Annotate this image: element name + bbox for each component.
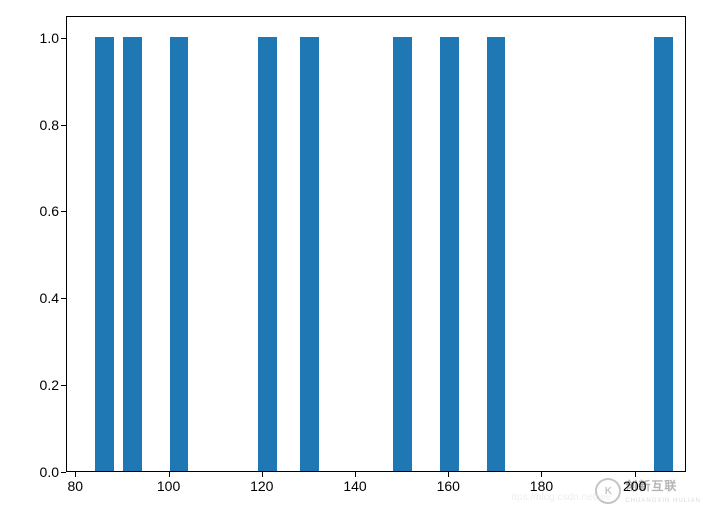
bar [123,37,142,471]
bar [487,37,506,471]
ytick-mark [61,38,66,39]
ytick-mark [61,385,66,386]
ytick-label: 0.8 [40,117,59,133]
ytick-label: 0.2 [40,377,59,393]
ytick-label: 0.0 [40,464,59,480]
xtick-label: 100 [157,478,180,494]
bar [440,37,459,471]
watermark-sub: CHUANGXIN HULIAN [625,498,701,504]
ytick-label: 1.0 [40,30,59,46]
xtick-mark [75,472,76,477]
xtick-label: 140 [343,478,366,494]
ytick-mark [61,125,66,126]
ytick-mark [61,298,66,299]
bar [95,37,114,471]
ytick-label: 0.6 [40,203,59,219]
watermark-url-fragment: ttps://blog.csdn.net/we [511,492,611,503]
bar [300,37,319,471]
xtick-mark [635,472,636,477]
xtick-label: 80 [68,478,84,494]
bar [258,37,277,471]
xtick-mark [262,472,263,477]
bar [170,37,189,471]
bar [654,37,673,471]
xtick-mark [448,472,449,477]
xtick-mark [169,472,170,477]
xtick-label: 120 [250,478,273,494]
xtick-label: 180 [530,478,553,494]
watermark: ttps://blog.csdn.net/we K 创新互联 CHUANGXIN… [595,477,701,505]
ytick-label: 0.4 [40,290,59,306]
plot-area [66,16,686,472]
ytick-mark [61,211,66,212]
xtick-mark [355,472,356,477]
ytick-mark [61,472,66,473]
xtick-label: 200 [623,478,646,494]
bar [393,37,412,471]
xtick-label: 160 [437,478,460,494]
xtick-mark [541,472,542,477]
